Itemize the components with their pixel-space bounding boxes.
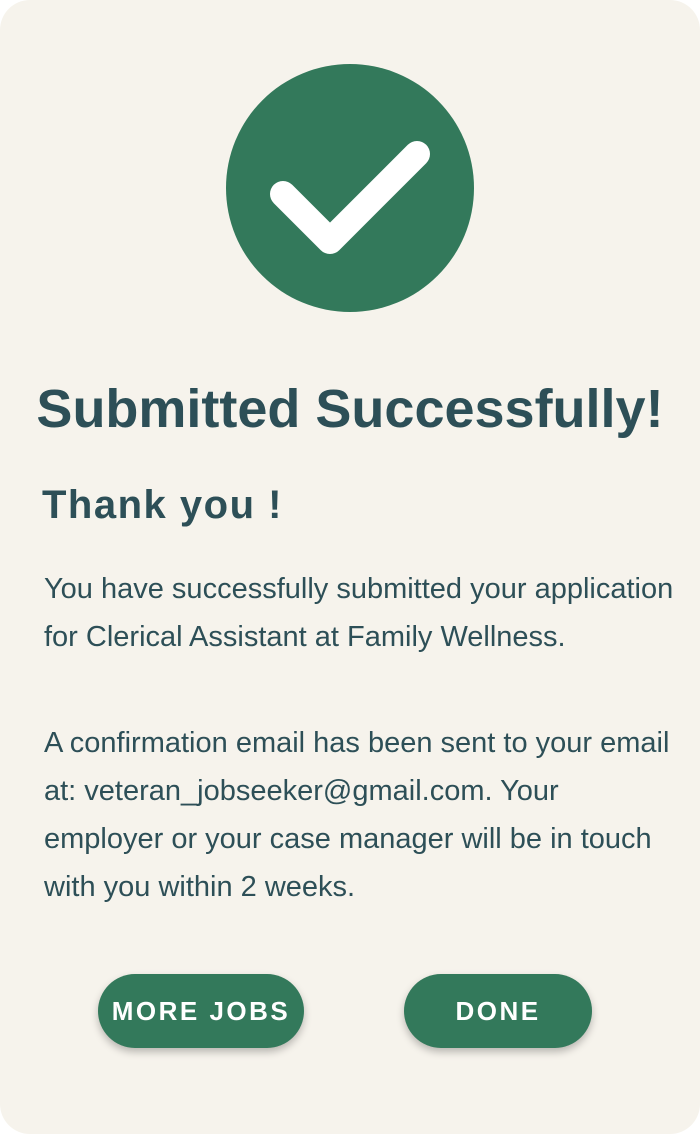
confirmation-card: Submitted Successfully! Thank you ! You …: [0, 0, 700, 1134]
thank-you-heading: Thank you !: [42, 483, 283, 527]
confirmation-email-message: A confirmation email has been sent to yo…: [44, 727, 670, 903]
success-title: Submitted Successfully!: [36, 379, 664, 439]
application-message: You have successfully submitted your app…: [44, 573, 674, 653]
more-jobs-button[interactable]: MORE JOBS: [98, 974, 304, 1048]
checkmark-icon: [226, 64, 474, 312]
done-button[interactable]: DONE: [404, 974, 592, 1048]
